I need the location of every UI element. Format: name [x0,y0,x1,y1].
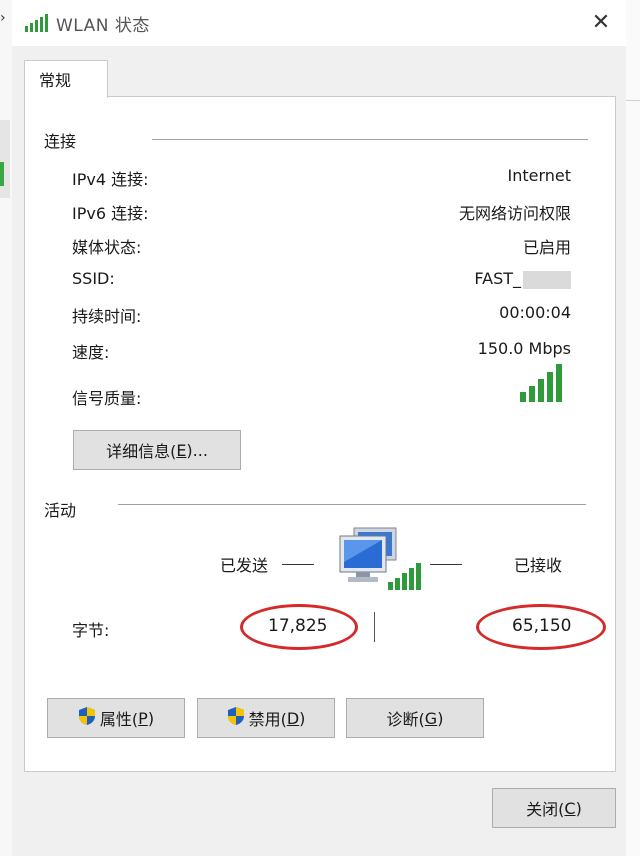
activity-divider [118,504,586,505]
received-connector [430,564,462,565]
diagnose-button[interactable]: 诊断(G) [346,698,484,738]
sent-label: 已发送 [220,556,269,575]
background-divider [626,100,640,101]
properties-button[interactable]: 属性(P) [47,698,185,738]
background-strip [0,120,10,198]
diagnose-button-tail: ) [437,708,444,728]
bytes-sent-value: 17,825 [268,616,328,636]
duration-label: 持续时间: [72,307,142,326]
ipv6-label: IPv6 连接: [72,204,149,223]
diagnose-button-label: 诊断( [386,710,425,729]
sent-connector [282,564,314,565]
shield-icon [78,706,96,730]
background-window-right [626,0,640,856]
bytes-label: 字节: [72,621,110,640]
details-button-key: E [176,440,187,460]
background-signal-fragment [0,162,4,186]
signal-strength-icon [520,364,566,406]
activity-separator [374,612,375,642]
ssid-text: FAST_ [474,269,521,288]
ipv6-value: 无网络访问权限 [458,204,571,223]
speed-value: 150.0 Mbps [477,339,571,358]
chevron-right-icon: › [0,10,6,26]
close-button-tail: ) [575,798,582,818]
media-state-label: 媒体状态: [72,238,142,257]
media-state-value: 已启用 [522,238,571,257]
close-button-label: 关闭( [526,800,565,819]
details-button-label: 详细信息( [106,442,177,461]
close-icon[interactable]: ✕ [586,8,616,38]
connection-divider [152,139,588,140]
close-button-key: C [564,798,576,818]
tab-label: 常规 [39,71,72,90]
details-button[interactable]: 详细信息(E)... [73,430,241,470]
speed-label: 速度: [72,343,110,362]
duration-value: 00:00:04 [499,303,571,322]
disable-button[interactable]: 禁用(D) [197,698,335,738]
disable-button-tail: ) [299,708,306,728]
wlan-status-dialog: WLAN 状态 ✕ 常规 连接 IPv4 连接: Internet IPv6 连… [12,0,626,856]
bytes-received-value: 65,150 [512,616,572,636]
ipv4-value: Internet [507,166,571,185]
ssid-redacted [523,270,571,289]
ssid-value: FAST_ [474,269,571,289]
title-bar: WLAN 状态 ✕ [12,0,626,46]
ipv4-label: IPv4 连接: [72,170,149,189]
details-button-tail: )... [186,440,208,460]
properties-button-label: 属性( [99,710,139,729]
close-button[interactable]: 关闭(C) [492,788,616,828]
received-label: 已接收 [514,556,563,575]
disable-button-key: D [286,708,300,728]
diagnose-button-key: G [424,708,438,728]
properties-button-key: P [138,708,148,728]
shield-icon [227,706,245,730]
connection-section-title: 连接 [44,132,77,151]
wifi-signal-icon [25,14,49,36]
properties-button-tail: ) [147,708,155,728]
signal-quality-label: 信号质量: [72,389,142,408]
activity-section-title: 活动 [44,501,77,520]
ssid-label: SSID: [72,269,115,288]
disable-button-label: 禁用( [248,710,287,729]
tab-general[interactable]: 常规 [24,60,108,98]
window-title: WLAN 状态 [56,16,150,36]
network-computers-icon [338,526,422,596]
